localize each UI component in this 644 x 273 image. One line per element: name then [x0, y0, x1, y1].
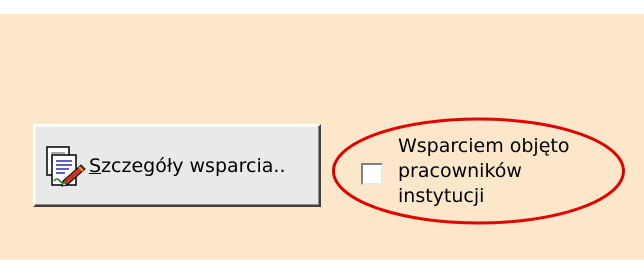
- checkbox-label-line-3: instytucji: [398, 185, 485, 207]
- mnemonic-letter: S: [89, 154, 102, 177]
- button-label-rest: zczegóły wsparcia..: [101, 154, 286, 177]
- checkbox-label-line-1: Wsparciem objęto: [398, 135, 570, 157]
- support-employees-checkbox[interactable]: [361, 163, 383, 185]
- support-details-label: Szczegóły wsparcia..: [89, 155, 286, 177]
- document-edit-icon: [41, 143, 87, 189]
- support-details-button[interactable]: Szczegóły wsparcia..: [33, 124, 321, 207]
- checkbox-label-line-2: pracowników: [398, 160, 522, 182]
- support-employees-checkbox-label[interactable]: Wsparciem objęto pracowników instytucji: [398, 134, 598, 209]
